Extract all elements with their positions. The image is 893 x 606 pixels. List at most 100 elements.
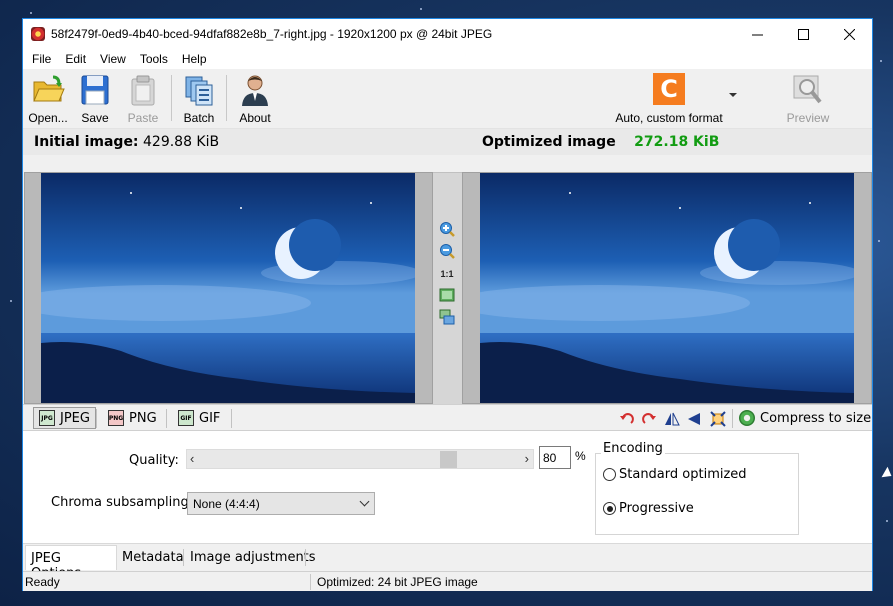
radio-progressive[interactable]: Progressive bbox=[603, 501, 694, 516]
chevron-down-icon bbox=[359, 496, 370, 507]
preview-button[interactable]: Preview bbox=[783, 71, 833, 127]
open-button[interactable]: Open... bbox=[27, 71, 69, 127]
optimized-image-photo bbox=[480, 173, 854, 403]
optimized-image-label: Optimized image bbox=[482, 134, 616, 150]
quality-slider-thumb[interactable] bbox=[440, 451, 457, 468]
tab-gif-label: GIF bbox=[199, 410, 221, 426]
gear-icon bbox=[739, 410, 755, 426]
about-label: About bbox=[239, 111, 271, 125]
tab-jpeg[interactable]: JPG JPEG bbox=[33, 407, 96, 429]
app-logo-icon bbox=[31, 27, 45, 41]
tab-jpeg-options[interactable]: JPEG Options bbox=[25, 545, 117, 581]
rotate-right-icon[interactable] bbox=[641, 411, 657, 427]
folder-icon bbox=[33, 75, 65, 102]
jpeg-icon: JPG bbox=[39, 410, 55, 426]
format-tab-bar: JPG JPEG PNG PNG GIF GIF Compress to siz… bbox=[23, 404, 872, 431]
optimized-image-size: 272.18 KiB bbox=[634, 134, 720, 150]
maximize-icon bbox=[797, 28, 809, 40]
png-icon: PNG bbox=[108, 410, 124, 426]
compress-to-size-button[interactable]: Compress to size bbox=[739, 407, 871, 429]
tab-gif[interactable]: GIF GIF bbox=[173, 407, 225, 429]
menu-tools[interactable]: Tools bbox=[133, 52, 175, 66]
window-title: 58f2479f-0ed9-4b40-bced-94dfaf882e8b_7-r… bbox=[51, 27, 493, 41]
actual-size-button[interactable]: 1:1 bbox=[437, 269, 457, 279]
quality-slider[interactable]: ‹ › bbox=[186, 449, 534, 469]
quality-input[interactable]: 80 bbox=[539, 446, 571, 469]
image-size-header: Initial image: 429.88 KiB Optimized imag… bbox=[23, 129, 872, 155]
tab-separator bbox=[305, 549, 306, 566]
tab-image-adjustments[interactable]: Image adjustments bbox=[185, 547, 321, 569]
night-sea-image bbox=[480, 173, 854, 403]
tab-separator bbox=[231, 409, 232, 428]
menu-help[interactable]: Help bbox=[175, 52, 214, 66]
menu-view[interactable]: View bbox=[93, 52, 133, 66]
slider-left-arrow-icon[interactable]: ‹ bbox=[190, 451, 194, 466]
minimize-icon bbox=[751, 34, 763, 35]
toolbar: Open... Save Paste Batch About C Auto, c… bbox=[23, 69, 872, 129]
resize-icon[interactable] bbox=[710, 411, 726, 427]
person-icon bbox=[242, 75, 268, 106]
zoom-toolbar: 1:1 bbox=[433, 172, 462, 404]
zoom-out-icon[interactable] bbox=[439, 243, 455, 259]
format-dropdown-arrow-icon[interactable] bbox=[729, 93, 737, 97]
menu-file[interactable]: File bbox=[25, 52, 58, 66]
star bbox=[886, 520, 888, 522]
initial-image-label: Initial image: bbox=[34, 134, 139, 150]
output-format-selector[interactable]: C Auto, custom format bbox=[599, 71, 739, 127]
tab-png[interactable]: PNG PNG bbox=[103, 407, 162, 429]
maximize-button[interactable] bbox=[780, 19, 826, 49]
about-button[interactable]: About bbox=[235, 71, 275, 127]
flip-horizontal-icon[interactable] bbox=[664, 411, 680, 427]
radio-standard-optimized[interactable]: Standard optimized bbox=[603, 467, 747, 482]
open-label: Open... bbox=[28, 111, 68, 125]
initial-image-photo bbox=[41, 173, 415, 403]
clipboard-icon bbox=[131, 75, 155, 106]
star bbox=[880, 60, 882, 62]
minimize-button[interactable] bbox=[734, 19, 780, 49]
tab-separator bbox=[96, 409, 97, 428]
optimized-image-pane[interactable] bbox=[462, 172, 872, 404]
initial-image-pane[interactable] bbox=[24, 172, 433, 404]
chroma-subsampling-label: Chroma subsampling: bbox=[51, 495, 194, 510]
tab-metadata[interactable]: Metadata bbox=[117, 547, 189, 569]
flip-vertical-icon[interactable] bbox=[686, 411, 702, 427]
app-window: 58f2479f-0ed9-4b40-bced-94dfaf882e8b_7-r… bbox=[22, 18, 873, 591]
status-ready: Ready bbox=[25, 575, 60, 589]
star bbox=[878, 240, 880, 242]
zoom-in-icon[interactable] bbox=[439, 221, 455, 237]
title-bar[interactable]: 58f2479f-0ed9-4b40-bced-94dfaf882e8b_7-r… bbox=[23, 19, 872, 49]
save-button[interactable]: Save bbox=[77, 71, 113, 127]
tab-separator bbox=[183, 549, 184, 566]
compress-to-size-label: Compress to size bbox=[760, 410, 872, 426]
swap-view-icon[interactable] bbox=[439, 309, 455, 325]
close-button[interactable] bbox=[826, 19, 872, 49]
batch-label: Batch bbox=[183, 111, 215, 125]
save-label: Save bbox=[81, 111, 109, 125]
floppy-disk-icon bbox=[81, 75, 109, 105]
toolbar-separator bbox=[171, 75, 172, 121]
tab-separator bbox=[732, 409, 733, 428]
paste-button[interactable]: Paste bbox=[123, 71, 163, 127]
menu-edit[interactable]: Edit bbox=[58, 52, 93, 66]
menu-bar: File Edit View Tools Help bbox=[23, 49, 872, 69]
encoding-group bbox=[595, 453, 799, 535]
status-optimized: Optimized: 24 bit JPEG image bbox=[317, 575, 478, 589]
tab-png-label: PNG bbox=[129, 410, 157, 426]
radio-button[interactable] bbox=[603, 502, 616, 515]
fit-window-icon[interactable] bbox=[439, 287, 455, 303]
chroma-subsampling-select[interactable]: None (4:4:4) bbox=[187, 492, 375, 515]
rotate-left-icon[interactable] bbox=[619, 411, 635, 427]
slider-right-arrow-icon[interactable]: › bbox=[525, 451, 529, 466]
options-tab-bar: JPEG Options Metadata Image adjustments bbox=[23, 543, 872, 581]
optimized-image-info: Optimized image 272.18 KiB bbox=[482, 134, 719, 150]
star bbox=[420, 8, 422, 10]
batch-button[interactable]: Batch bbox=[179, 71, 219, 127]
toolbar-separator bbox=[226, 75, 227, 121]
radio-button[interactable] bbox=[603, 468, 616, 481]
format-letter-icon: C bbox=[653, 73, 685, 105]
initial-image-size: 429.88 KiB bbox=[143, 134, 220, 150]
image-viewer: 1:1 bbox=[23, 172, 872, 404]
magnifier-icon bbox=[793, 75, 822, 104]
batch-icon bbox=[185, 76, 213, 106]
paste-label: Paste bbox=[127, 111, 159, 125]
